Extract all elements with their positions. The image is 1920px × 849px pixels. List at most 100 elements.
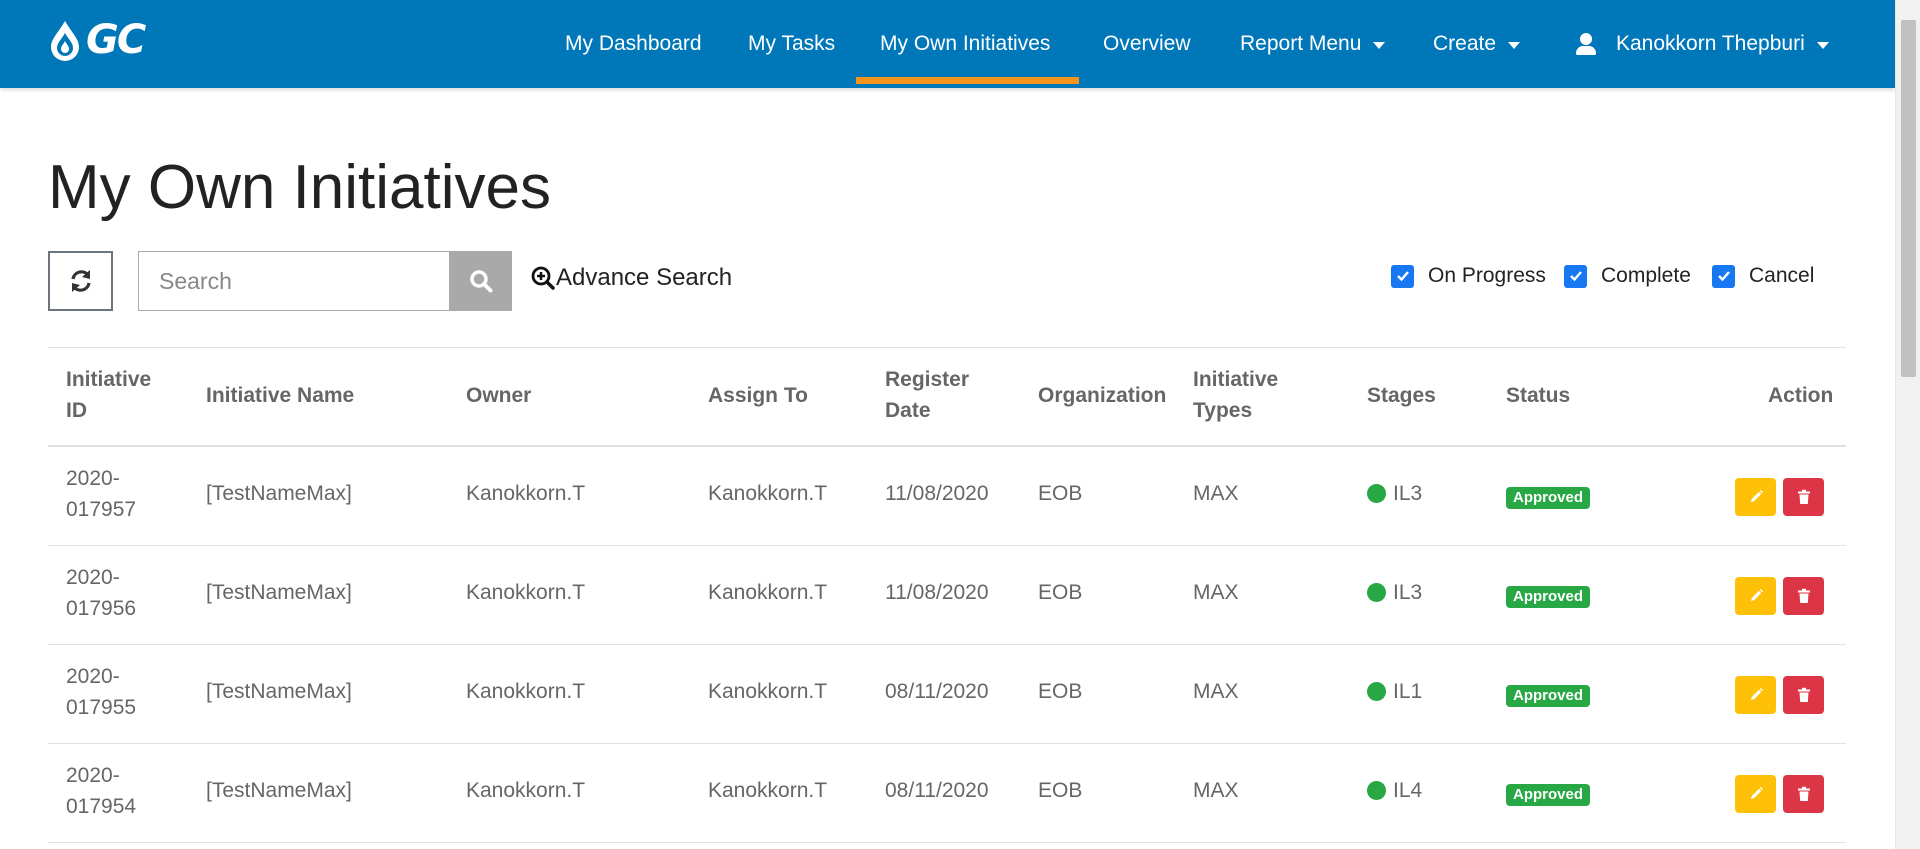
- cell-owner: Kanokkorn.T: [466, 680, 586, 703]
- delete-button[interactable]: [1783, 478, 1824, 516]
- cell-initiative-type: MAX: [1193, 581, 1239, 604]
- gc-logo[interactable]: GC: [48, 17, 146, 63]
- cell-stage: IL4: [1367, 775, 1422, 806]
- header-register-date[interactable]: Register Date: [885, 364, 969, 426]
- row-divider: [48, 644, 1846, 645]
- cell-stage: IL3: [1367, 577, 1422, 608]
- row-divider: [48, 545, 1846, 546]
- cell-text: 2020-: [66, 665, 120, 688]
- refresh-icon: [70, 270, 91, 292]
- cell-owner: Kanokkorn.T: [466, 581, 586, 604]
- header-action: Action: [1768, 384, 1834, 407]
- cell-text: 017955: [66, 696, 137, 719]
- cell-assign-to: Kanokkorn.T: [708, 482, 828, 505]
- table-top-border: [48, 347, 1846, 348]
- search-button[interactable]: [449, 251, 512, 311]
- caret-down-icon: [1816, 41, 1829, 49]
- nav-my-own-initiatives[interactable]: My Own Initiatives: [880, 0, 1050, 88]
- stage-label: IL1: [1393, 680, 1423, 703]
- cell-stage: IL1: [1367, 676, 1422, 707]
- nav-my-dashboard[interactable]: My Dashboard: [565, 0, 702, 88]
- header-initiative-types[interactable]: Initiative Types: [1193, 364, 1278, 426]
- header-assign-to[interactable]: Assign To: [708, 380, 808, 411]
- edit-button[interactable]: [1735, 775, 1776, 813]
- user-name: Kanokkorn Thepburi: [1616, 32, 1805, 55]
- row-divider: [48, 842, 1846, 843]
- scrollbar-thumb[interactable]: [1901, 20, 1916, 377]
- edit-button[interactable]: [1735, 478, 1776, 516]
- header-stages[interactable]: Stages: [1367, 380, 1436, 411]
- delete-button[interactable]: [1783, 577, 1824, 615]
- stage-status-dot: [1367, 781, 1386, 800]
- cell-owner: Kanokkorn.T: [466, 482, 586, 505]
- status-badge: Approved: [1506, 487, 1591, 509]
- row-divider: [48, 743, 1846, 744]
- nav-my-tasks[interactable]: My Tasks: [748, 0, 835, 88]
- cell-initiative-id[interactable]: 2020- 017957: [66, 463, 136, 525]
- nav-create[interactable]: Create: [1433, 0, 1521, 88]
- checkbox-checked[interactable]: [1391, 264, 1414, 288]
- cell-organization: EOB: [1038, 482, 1083, 505]
- cell-text: 2020-: [66, 764, 120, 787]
- filter-complete[interactable]: Complete: [1564, 264, 1691, 288]
- filter-cancel[interactable]: Cancel: [1712, 264, 1814, 288]
- nav-user-menu[interactable]: Kanokkorn Thepburi: [1576, 0, 1829, 88]
- cell-text: 017954: [66, 795, 137, 818]
- trash-icon: [1797, 786, 1810, 801]
- caret-down-icon: [1508, 41, 1521, 49]
- cell-initiative-id[interactable]: 2020- 017955: [66, 661, 136, 723]
- advance-search-link[interactable]: Advance Search: [530, 264, 732, 292]
- cell-initiative-id[interactable]: 2020- 017954: [66, 760, 136, 822]
- page-scrollbar[interactable]: [1895, 0, 1920, 849]
- header-owner[interactable]: Owner: [466, 380, 531, 411]
- status-badge: Approved: [1506, 685, 1591, 707]
- checkbox-checked[interactable]: [1564, 264, 1587, 288]
- header-text: Date: [885, 399, 931, 422]
- check-icon: [1396, 271, 1409, 282]
- header-initiative-name[interactable]: Initiative Name: [206, 380, 354, 411]
- edit-button[interactable]: [1735, 577, 1776, 615]
- page-title: My Own Initiatives: [48, 153, 552, 222]
- cell-assign-to: Kanokkorn.T: [708, 779, 828, 802]
- header-status[interactable]: Status: [1506, 380, 1570, 411]
- checkbox-checked[interactable]: [1712, 264, 1735, 288]
- pencil-icon: [1750, 490, 1763, 502]
- header-text: ID: [66, 399, 87, 422]
- nav-overview[interactable]: Overview: [1103, 0, 1191, 88]
- cell-text: 2020-: [66, 566, 120, 589]
- filter-on-progress[interactable]: On Progress: [1391, 264, 1546, 288]
- search-input[interactable]: [138, 251, 450, 311]
- header-organization[interactable]: Organization: [1038, 380, 1166, 411]
- pencil-icon: [1750, 787, 1763, 799]
- cell-assign-to: Kanokkorn.T: [708, 680, 828, 703]
- header-initiative-id[interactable]: Initiative ID: [66, 364, 151, 426]
- nav-report-menu[interactable]: Report Menu: [1240, 0, 1386, 88]
- cell-initiative-id[interactable]: 2020- 017956: [66, 562, 136, 624]
- advance-search-label: Advance Search: [556, 264, 733, 291]
- cell-initiative-name[interactable]: [TestNameMax]: [206, 577, 352, 608]
- cell-register-date: 08/11/2020: [885, 680, 989, 703]
- cell-initiative-name[interactable]: [TestNameMax]: [206, 478, 352, 509]
- check-icon: [1569, 271, 1582, 282]
- nav-report-menu-label: Report Menu: [1240, 32, 1362, 55]
- delete-button[interactable]: [1783, 676, 1824, 714]
- stage-status-dot: [1367, 583, 1386, 602]
- header-text: Initiative: [66, 368, 152, 391]
- cell-text: 2020-: [66, 467, 120, 490]
- header-divider: [48, 445, 1846, 447]
- pencil-icon: [1750, 688, 1763, 700]
- cell-text: 017957: [66, 498, 137, 521]
- edit-button[interactable]: [1735, 676, 1776, 714]
- filter-label: Complete: [1601, 264, 1691, 287]
- filter-label: Cancel: [1749, 264, 1815, 287]
- delete-button[interactable]: [1783, 775, 1824, 813]
- user-icon: [1576, 33, 1596, 55]
- cell-register-date: 11/08/2020: [885, 581, 989, 604]
- check-icon: [1717, 271, 1730, 282]
- cell-initiative-name[interactable]: [TestNameMax]: [206, 775, 352, 806]
- cell-organization: EOB: [1038, 581, 1083, 604]
- header-text: Register: [885, 368, 970, 391]
- pencil-icon: [1750, 589, 1763, 601]
- cell-initiative-name[interactable]: [TestNameMax]: [206, 676, 352, 707]
- refresh-button[interactable]: [48, 251, 113, 311]
